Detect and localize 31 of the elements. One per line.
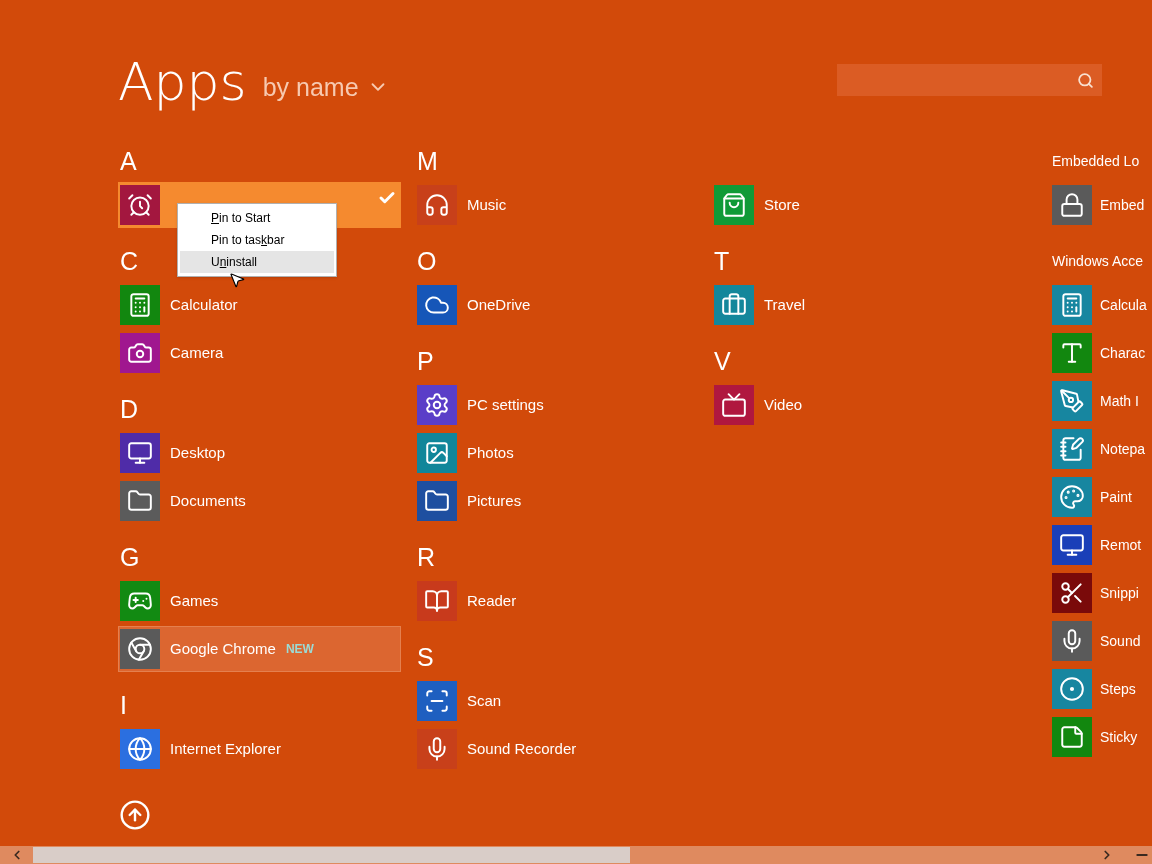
app-name: Notepa [1100, 439, 1146, 459]
app-name: Embed [1100, 195, 1145, 215]
app-name: Music [467, 194, 507, 215]
app-name: Internet Explorer [170, 738, 281, 759]
app-name: Remot [1100, 535, 1142, 555]
app-name: Steps [1100, 679, 1136, 699]
app-name: Travel [764, 294, 806, 315]
app-name: Calcula [1100, 295, 1147, 315]
app-name: Games [170, 590, 219, 611]
app-name: Desktop [170, 442, 226, 463]
app-name: Snippi [1100, 583, 1139, 603]
app-name: Reader [467, 590, 517, 611]
app-name: Store [764, 194, 800, 215]
app-name: Paint [1100, 487, 1132, 507]
app-name: Sound Recorder [467, 738, 577, 759]
page-title: Apps [118, 54, 247, 110]
app-name: Scan [467, 690, 502, 711]
app-name: PC settings [467, 394, 544, 415]
app-name: Camera [170, 342, 224, 363]
app-name: Charac [1100, 343, 1146, 363]
new-label: NEW [285, 641, 314, 658]
app-name: Google Chrome [170, 638, 276, 659]
app-name: OneDrive [467, 294, 531, 315]
app-name: Math I [1100, 391, 1139, 411]
app-name: Sticky [1100, 727, 1138, 747]
app-name: Pictures [467, 490, 522, 511]
app-name: Video [764, 394, 803, 415]
app-name: Documents [170, 490, 246, 511]
app-name: Photos [467, 442, 514, 463]
app-name: Sound [1100, 631, 1141, 651]
app-name: Calculator [170, 294, 238, 315]
